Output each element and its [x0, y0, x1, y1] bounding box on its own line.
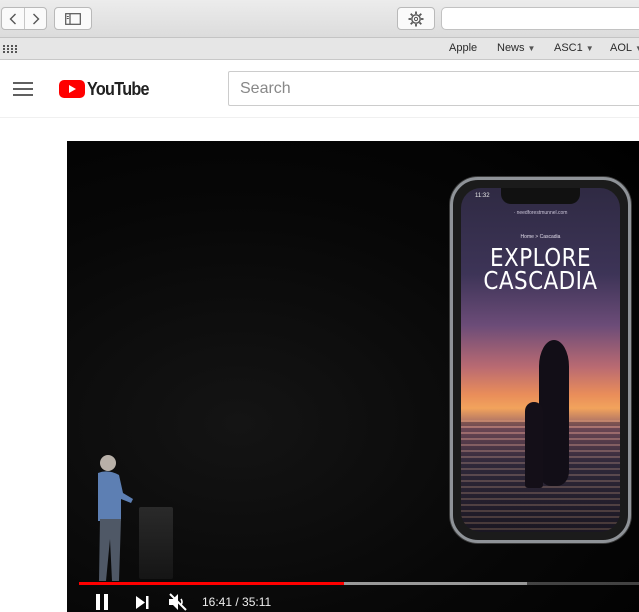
chevron-down-icon: ▼ [585, 43, 594, 53]
phone-headline: EXPLORE CASCADIA [472, 245, 609, 295]
phone-url: · needforestmunnel.com [513, 210, 568, 216]
surfboard-silhouette [539, 340, 569, 486]
phone-mockup: 11:32 · needforestmunnel.com Home > Casc… [450, 177, 631, 543]
progress-played [79, 582, 345, 585]
next-button[interactable] [133, 593, 151, 611]
sidebar-toggle-button[interactable] [54, 7, 92, 30]
phone-breadcrumb: Home > Cascadia [520, 234, 561, 240]
favorite-label: News [497, 42, 525, 54]
youtube-logo[interactable]: YouTube [59, 79, 156, 99]
favorites-bar: Apple News ▼ ASC1 ▼ AOL ▼ [0, 38, 639, 60]
history-nav [1, 7, 47, 30]
search-input[interactable] [228, 71, 639, 106]
time-display: 16:41 / 35:11 [202, 595, 272, 609]
forward-arrow-icon [32, 13, 39, 24]
volume-muted-icon [169, 593, 187, 611]
video-player[interactable]: 11:32 · needforestmunnel.com Home > Casc… [67, 141, 639, 612]
browser-window: Apple News▼ ASC1▼ AOL▼ YouTube 11:32 · n… [0, 0, 639, 612]
favorite-apple[interactable]: Apple [449, 42, 477, 54]
phone-notch [501, 188, 580, 204]
skip-next-icon [136, 595, 149, 609]
favorite-label: Apple [449, 42, 478, 54]
back-button[interactable] [2, 8, 24, 29]
presenter-figure [98, 455, 133, 581]
guide-menu-icon[interactable] [13, 82, 33, 96]
mute-button[interactable] [167, 593, 189, 611]
settings-button[interactable] [397, 7, 435, 30]
youtube-play-logo-icon [59, 80, 85, 98]
chevron-down-icon: ▼ [635, 43, 639, 53]
favorite-asc1[interactable]: ASC1 ▼ [554, 42, 594, 54]
podium [139, 507, 173, 579]
gear-icon [408, 11, 424, 26]
favorite-label: AOL [610, 42, 633, 54]
address-bar[interactable] [441, 7, 639, 30]
browser-toolbar [0, 0, 639, 38]
headline-line-2: CASCADIA [483, 266, 598, 295]
phone-screen: 11:32 · needforestmunnel.com Home > Casc… [461, 188, 620, 532]
favorite-news[interactable]: News ▼ [497, 42, 535, 54]
forward-button[interactable] [24, 8, 46, 29]
favorite-aol[interactable]: AOL ▼ [610, 42, 639, 54]
sidebar-icon [65, 12, 81, 25]
progress-bar[interactable] [79, 582, 639, 585]
phone-status-time: 11:32 [475, 193, 490, 199]
surfer-silhouette [525, 402, 543, 488]
apps-grid-icon[interactable] [3, 45, 17, 53]
chevron-down-icon: ▼ [527, 43, 536, 53]
pause-button[interactable] [93, 593, 111, 611]
youtube-wordmark: YouTube [87, 78, 150, 99]
youtube-masthead: YouTube [0, 61, 639, 118]
back-arrow-icon [9, 13, 16, 24]
favorite-label: ASC1 [554, 42, 583, 54]
pause-icon [96, 594, 108, 610]
